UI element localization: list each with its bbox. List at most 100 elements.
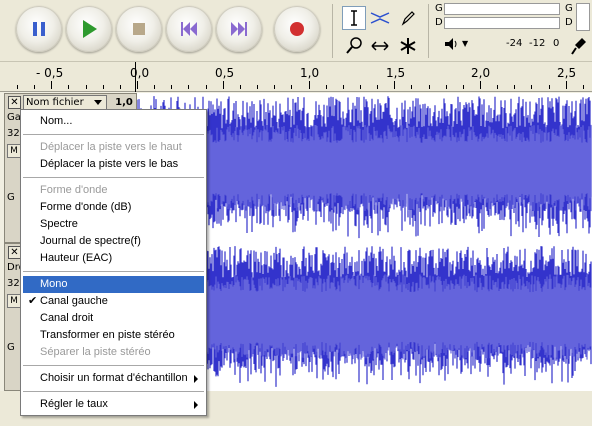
menu-item-label: Choisir un format d'échantillon xyxy=(40,372,188,384)
ruler-tick xyxy=(325,85,327,89)
menu-item-label: Spectre xyxy=(40,218,78,230)
timeline-ruler[interactable]: - 0,5 0,0 0,5 1,0 1,5 2,0 2,5 xyxy=(0,62,592,92)
menu-item[interactable]: Transformer en piste stéréo xyxy=(23,327,204,344)
menu-item-label: Canal droit xyxy=(40,312,94,324)
ruler-tick xyxy=(428,85,430,89)
magnifier-icon xyxy=(346,37,362,54)
ruler-label: 2,0 xyxy=(471,66,491,80)
ruler-tick xyxy=(171,85,173,89)
track-label-partial: Ga xyxy=(7,112,21,123)
pause-icon xyxy=(33,22,45,36)
menu-item-label: Canal gauche xyxy=(40,295,108,307)
ruler-label: 0,5 xyxy=(215,66,235,80)
ruler-tick xyxy=(342,85,344,89)
ruler-tick xyxy=(480,81,481,89)
menu-separator xyxy=(23,365,204,366)
selection-tool[interactable] xyxy=(342,6,366,30)
menu-separator xyxy=(23,177,204,178)
meter-tick: -24 xyxy=(506,38,523,49)
track-rate-partial: 32 xyxy=(7,278,20,289)
play-icon xyxy=(83,20,97,38)
ruler-tick xyxy=(565,81,567,89)
menu-item-label: Séparer la piste stéréo xyxy=(40,346,151,358)
ruler-tick xyxy=(188,85,190,89)
menu-item[interactable]: Forme d'onde (dB) xyxy=(23,199,204,216)
ruler-tick xyxy=(462,85,464,89)
track-gain-value: 1,0 xyxy=(115,97,133,108)
menu-item-label: Mono xyxy=(40,278,68,290)
close-icon: ✕ xyxy=(10,97,19,108)
pause-button[interactable] xyxy=(16,6,62,52)
mute-button[interactable]: M xyxy=(7,294,21,308)
meter-channel-label: D xyxy=(565,17,573,28)
close-track-button[interactable]: ✕ xyxy=(8,96,21,109)
menu-item[interactable]: Régler le taux xyxy=(23,396,204,413)
ruler-tick xyxy=(222,81,224,89)
menu-item[interactable]: Journal de spectre(f) xyxy=(23,233,204,250)
dropdown-arrow-icon[interactable]: ▼ xyxy=(462,39,468,48)
menu-item-label: Transformer en piste stéréo xyxy=(40,329,175,341)
ruler-label: - 0,5 xyxy=(36,66,64,80)
stop-button[interactable] xyxy=(116,6,162,52)
stop-icon xyxy=(133,23,145,35)
track-name: Nom fichier xyxy=(26,97,84,108)
ruler-tick xyxy=(274,85,276,89)
recording-meter xyxy=(576,3,590,31)
skip-end-icon xyxy=(231,22,247,36)
menu-item[interactable]: Choisir un format d'échantillon xyxy=(23,370,204,387)
ruler-tick xyxy=(308,81,310,89)
skip-to-start-button[interactable] xyxy=(166,6,212,52)
track-extra-partial: G xyxy=(7,192,15,203)
menu-item: Séparer la piste stéréo xyxy=(23,344,204,361)
ruler-tick xyxy=(394,81,396,89)
envelope-tool[interactable] xyxy=(368,6,392,30)
mute-button[interactable]: M xyxy=(7,144,21,158)
playback-meter-right xyxy=(444,17,560,29)
ruler-tick xyxy=(445,85,447,89)
menu-item[interactable]: Canal droit xyxy=(23,310,204,327)
time-shift-tool[interactable] xyxy=(368,34,392,58)
draw-tool[interactable] xyxy=(396,6,420,30)
envelope-icon xyxy=(370,12,390,24)
checkmark-icon: ✔ xyxy=(28,295,38,307)
ruler-label: 1,5 xyxy=(386,66,406,80)
submenu-arrow-icon xyxy=(194,401,198,409)
ruler-tick xyxy=(85,85,87,89)
ruler-tick xyxy=(102,85,104,89)
pencil-icon xyxy=(401,11,415,26)
submenu-arrow-icon xyxy=(194,375,198,383)
menu-item-label: Déplacer la piste vers le haut xyxy=(40,141,182,153)
menu-item[interactable]: Mono xyxy=(23,276,204,293)
menu-item[interactable]: Déplacer la piste vers le bas xyxy=(23,156,204,173)
ruler-label: 1,0 xyxy=(300,66,320,80)
menu-item-label: Forme d'onde xyxy=(40,184,108,196)
play-button[interactable] xyxy=(66,6,112,52)
toolbar-separator xyxy=(428,4,429,58)
menu-separator xyxy=(23,391,204,392)
menu-item-label: Journal de spectre(f) xyxy=(40,235,141,247)
ruler-tick xyxy=(359,85,361,89)
ruler-tick xyxy=(68,85,70,89)
toolbar-separator xyxy=(332,4,333,58)
menu-item[interactable]: Hauteur (EAC) xyxy=(23,250,204,267)
meter-channel-label: D xyxy=(435,17,443,28)
ruler-tick xyxy=(16,85,18,89)
menu-item[interactable]: Spectre xyxy=(23,216,204,233)
ruler-tick xyxy=(239,85,241,89)
skip-to-end-button[interactable] xyxy=(216,6,262,52)
ruler-tick xyxy=(291,85,293,89)
menu-item-label: Hauteur (EAC) xyxy=(40,252,113,264)
microphone-icon[interactable] xyxy=(570,36,588,59)
ruler-tick xyxy=(34,85,36,89)
record-button[interactable] xyxy=(274,6,320,52)
playback-meter-left xyxy=(444,3,560,15)
playhead-marker[interactable] xyxy=(133,62,139,92)
meter-tick: -12 xyxy=(529,38,546,49)
menu-item[interactable]: Nom... xyxy=(23,113,204,130)
menu-item[interactable]: Canal gauche ✔ xyxy=(23,293,204,310)
speaker-icon[interactable] xyxy=(444,37,460,54)
multi-tool[interactable] xyxy=(396,34,420,58)
track-name-dropdown[interactable]: Nom fichier xyxy=(23,95,107,110)
zoom-tool[interactable] xyxy=(342,34,366,58)
chevron-down-icon xyxy=(94,100,102,105)
